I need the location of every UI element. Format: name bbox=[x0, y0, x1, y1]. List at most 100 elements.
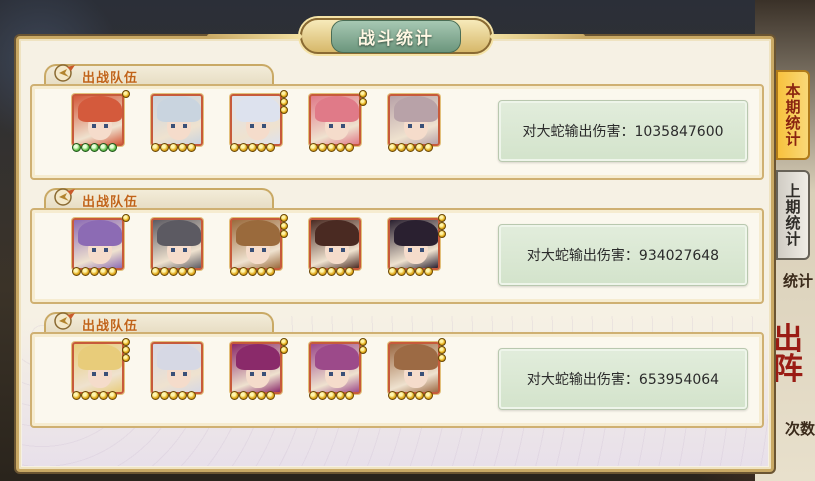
star-icon bbox=[388, 267, 397, 276]
hero-portrait-list bbox=[72, 90, 444, 154]
hero-portrait[interactable] bbox=[151, 218, 207, 278]
awaken-dot-icon bbox=[438, 222, 446, 230]
team-section: 出战队伍 对大蛇输出伤害：653954064 bbox=[30, 312, 764, 436]
star-icon bbox=[388, 391, 397, 400]
hero-avatar bbox=[72, 218, 124, 270]
star-icon bbox=[108, 391, 117, 400]
star-icon bbox=[230, 267, 239, 276]
hero-portrait[interactable] bbox=[309, 90, 367, 154]
awaken-dot-icon bbox=[438, 214, 446, 222]
awaken-markers bbox=[359, 90, 367, 106]
awaken-dot-icon bbox=[122, 346, 130, 354]
team-box: 对大蛇输出伤害：1035847600 bbox=[30, 84, 764, 180]
hero-portrait[interactable] bbox=[309, 338, 367, 402]
damage-output-label: 对大蛇输出伤害：934027648 bbox=[498, 224, 748, 286]
hero-portrait[interactable] bbox=[230, 338, 288, 402]
star-icon bbox=[169, 143, 178, 152]
awaken-dot-icon bbox=[359, 338, 367, 346]
tab-current-period[interactable]: 本期统计 bbox=[776, 70, 810, 160]
awaken-markers bbox=[122, 90, 130, 98]
star-icon bbox=[90, 391, 99, 400]
star-icon bbox=[108, 267, 117, 276]
star-icon bbox=[336, 143, 345, 152]
awaken-dot-icon bbox=[280, 230, 288, 238]
hero-avatar bbox=[388, 342, 440, 394]
star-icon bbox=[266, 391, 275, 400]
page-title: 战斗统计 bbox=[331, 19, 461, 53]
star-icon bbox=[406, 143, 415, 152]
team-label: 出战队伍 bbox=[82, 194, 139, 210]
awaken-dot-icon bbox=[280, 98, 288, 106]
tab-previous-period[interactable]: 上期统计 bbox=[776, 170, 810, 260]
star-icon bbox=[388, 143, 397, 152]
awaken-dot-icon bbox=[438, 230, 446, 238]
star-icon bbox=[99, 391, 108, 400]
hero-avatar bbox=[230, 342, 282, 394]
hero-portrait[interactable] bbox=[230, 90, 288, 154]
star-icon bbox=[187, 267, 196, 276]
team-label-tab: 出战队伍 bbox=[44, 312, 274, 334]
awaken-markers bbox=[122, 214, 130, 222]
star-icon bbox=[160, 143, 169, 152]
hero-portrait-list bbox=[72, 338, 446, 402]
star-icon bbox=[397, 143, 406, 152]
star-icon bbox=[72, 391, 81, 400]
star-icon bbox=[151, 267, 160, 276]
star-icon bbox=[230, 143, 239, 152]
hero-portrait[interactable] bbox=[72, 214, 130, 278]
hero-portrait[interactable] bbox=[309, 218, 365, 278]
team-emblem-icon bbox=[52, 62, 78, 84]
star-icon bbox=[81, 391, 90, 400]
hero-portrait[interactable] bbox=[230, 214, 288, 278]
hero-avatar bbox=[72, 94, 124, 146]
star-icon bbox=[309, 143, 318, 152]
hero-star-rating bbox=[151, 267, 207, 276]
awaken-dot-icon bbox=[280, 106, 288, 114]
star-icon bbox=[81, 143, 90, 152]
star-icon bbox=[406, 267, 415, 276]
team-section: 出战队伍对大蛇输出伤害：934027648 bbox=[30, 188, 764, 312]
star-icon bbox=[345, 267, 354, 276]
star-icon bbox=[160, 267, 169, 276]
star-icon bbox=[248, 391, 257, 400]
team-label: 出战队伍 bbox=[82, 318, 139, 334]
star-icon bbox=[327, 143, 336, 152]
awaken-dot-icon bbox=[280, 90, 288, 98]
hero-portrait[interactable] bbox=[388, 94, 444, 154]
awaken-dot-icon bbox=[280, 222, 288, 230]
hero-portrait[interactable] bbox=[72, 90, 130, 154]
hero-star-rating bbox=[309, 143, 365, 152]
team-label-tab: 出战队伍 bbox=[44, 64, 274, 86]
hero-avatar bbox=[230, 218, 282, 270]
awaken-dot-icon bbox=[438, 338, 446, 346]
awaken-markers bbox=[280, 338, 288, 354]
awaken-markers bbox=[359, 338, 367, 354]
star-icon bbox=[309, 267, 318, 276]
awaken-dot-icon bbox=[122, 354, 130, 362]
tab-previous-period-label: 上期统计 bbox=[783, 183, 802, 247]
awaken-dot-icon bbox=[359, 346, 367, 354]
star-icon bbox=[327, 391, 336, 400]
hero-star-rating bbox=[230, 267, 286, 276]
awaken-dot-icon bbox=[359, 98, 367, 106]
star-icon bbox=[318, 391, 327, 400]
hero-avatar bbox=[309, 94, 361, 146]
star-icon bbox=[108, 143, 117, 152]
hero-portrait[interactable] bbox=[388, 214, 446, 278]
star-icon bbox=[397, 267, 406, 276]
star-icon bbox=[230, 391, 239, 400]
hero-portrait[interactable] bbox=[72, 338, 130, 402]
awaken-dot-icon bbox=[280, 214, 288, 222]
star-icon bbox=[424, 143, 433, 152]
awaken-dot-icon bbox=[438, 346, 446, 354]
hero-avatar bbox=[388, 94, 440, 146]
hero-portrait[interactable] bbox=[151, 342, 207, 402]
star-icon bbox=[257, 391, 266, 400]
star-icon bbox=[169, 391, 178, 400]
star-icon bbox=[239, 267, 248, 276]
star-icon bbox=[178, 391, 187, 400]
star-icon bbox=[160, 391, 169, 400]
hero-portrait[interactable] bbox=[151, 94, 207, 154]
star-icon bbox=[248, 143, 257, 152]
hero-portrait[interactable] bbox=[388, 338, 446, 402]
